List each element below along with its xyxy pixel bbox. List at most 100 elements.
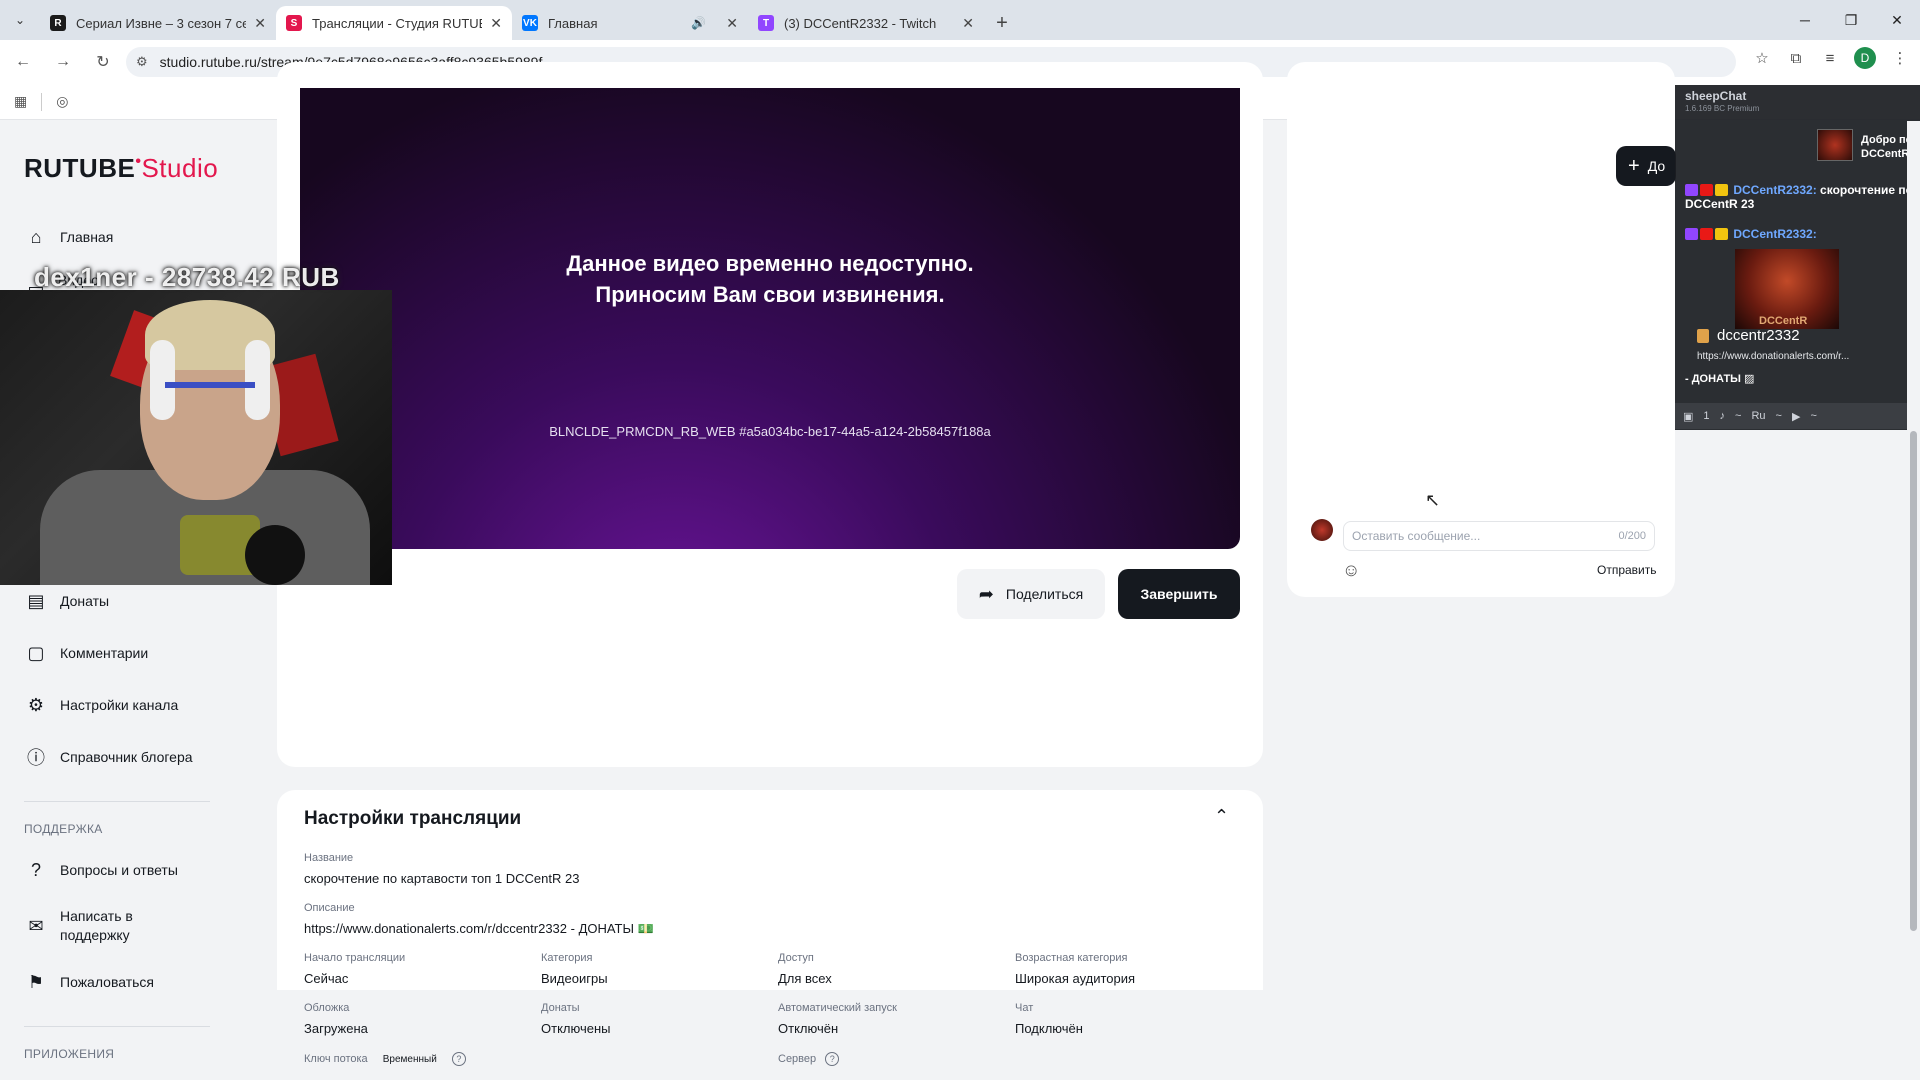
help-question-icon[interactable]: ? — [451, 1052, 466, 1066]
tab-title: Трансляции - Студия RUTUBE — [312, 15, 483, 31]
chat-send-button[interactable]: Отправить — [1597, 563, 1657, 577]
age-label: Возрастная категория — [1015, 952, 1128, 964]
close-icon[interactable]: ✕ — [962, 15, 974, 32]
close-icon[interactable]: ✕ — [254, 15, 266, 32]
chat-char-counter: 0/200 — [1618, 530, 1646, 542]
broken-image-icon: ▨ — [1744, 373, 1755, 385]
share-label: Поделиться — [1005, 586, 1084, 602]
stream-key-label: Ключ потока — [304, 1053, 368, 1065]
wallet-icon: ▤ — [27, 590, 45, 611]
name-value: скорочтение по картавости топ 1 DCCentR … — [304, 871, 580, 886]
chat-placeholder: Оставить сообщение... — [1352, 529, 1481, 543]
donation-link[interactable]: https://www.donationalerts.com/r... — [1697, 351, 1849, 362]
sidebar-item-faq[interactable]: ? Вопросы и ответы — [0, 844, 270, 896]
chevron-up-icon[interactable]: ⌃ — [1214, 806, 1229, 827]
bookmark-star-icon[interactable]: ☆ — [1752, 49, 1772, 67]
chat-message-1: DCCentR2332: скорочтение по DCCentR 23 — [1685, 183, 1913, 211]
chat-username: DCCentR2332: — [1733, 227, 1817, 241]
tab-studio-rutube[interactable]: S Трансляции - Студия RUTUBE ✕ — [276, 6, 512, 40]
window-controls: ─ ❐ ✕ — [1782, 0, 1920, 40]
twitch-favicon-icon: T — [758, 15, 774, 31]
message-line-2: Приносим Вам свои извинения. — [595, 282, 945, 307]
sidebar-item-blogger-guide[interactable]: ⓘ Справочник блогера — [0, 731, 270, 783]
profile-avatar[interactable]: D — [1854, 47, 1876, 69]
player-unavailable-message: Данное видео временно недоступно. Принос… — [300, 248, 1240, 310]
access-value: Для всех — [778, 971, 832, 986]
share-button[interactable]: ➦ Поделиться — [957, 569, 1105, 619]
new-tab-plus-icon[interactable]: + — [984, 6, 1020, 40]
sheepchat-title: sheepChat — [1685, 89, 1747, 103]
add-button-label: До — [1647, 158, 1666, 174]
media-controls-icon[interactable]: ≡ — [1820, 50, 1840, 67]
sidebar-item-write-support[interactable]: ✉ Написать в поддержку — [0, 896, 270, 956]
tab-vk-home[interactable]: VK Главная 🔊 ✕ — [512, 6, 748, 40]
site-settings-icon[interactable]: ⚙ — [136, 54, 148, 70]
chat-message-input[interactable]: Оставить сообщение... 0/200 — [1343, 521, 1655, 551]
message-line-1: Данное видео временно недоступно. — [566, 251, 974, 276]
tab-title: Главная — [548, 15, 598, 31]
chat-text-continued: DCCentR 23 — [1685, 197, 1755, 211]
video-player[interactable]: Данное видео временно недоступно. Принос… — [300, 88, 1240, 549]
start-value: Сейчас — [304, 971, 349, 986]
sidebar-item-complain[interactable]: ⚑ Пожаловаться — [0, 956, 270, 1008]
add-button[interactable]: + До — [1616, 146, 1676, 186]
sidebar-item-home[interactable]: ⌂ Главная — [0, 211, 270, 263]
minimize-icon[interactable]: ─ — [1782, 0, 1828, 40]
home-icon: ⌂ — [30, 226, 42, 247]
window-close-icon[interactable]: ✕ — [1874, 0, 1920, 40]
back-arrow-icon[interactable]: ← — [6, 45, 40, 79]
tab-search-icon[interactable]: ⌄ — [0, 0, 40, 40]
viewer-count-twitch: 1 — [1703, 410, 1710, 422]
star-badge-icon — [1715, 228, 1728, 240]
tab-twitch[interactable]: T (3) DCCentR2332 - Twitch ✕ — [748, 6, 984, 40]
browser-menu-icon[interactable]: ⋮ — [1890, 49, 1910, 67]
toolbar-right-icons: ☆ ⧉ ≡ D ⋮ — [1752, 47, 1910, 69]
sidebar-item-label: Комментарии — [60, 645, 149, 661]
player-error-code: BLNCLDE_PRMCDN_RB_WEB #a5a034bc-be17-44a… — [549, 424, 991, 439]
studio-favicon-icon: S — [286, 15, 302, 31]
forward-arrow-icon[interactable]: → — [46, 45, 80, 79]
cover-label: Обложка — [304, 1002, 350, 1014]
close-icon[interactable]: ✕ — [726, 15, 738, 32]
vk-favicon-icon: VK — [522, 15, 538, 31]
sidebar-item-comments[interactable]: ▢ Комментарии — [0, 627, 270, 679]
webcam-headphone-right — [245, 340, 270, 420]
tiktok-platform-icon: ♪ — [1719, 410, 1726, 422]
close-icon[interactable]: ✕ — [490, 15, 502, 32]
emoji-smile-icon[interactable]: ☺ — [1342, 560, 1360, 581]
restore-icon[interactable]: ❐ — [1828, 0, 1874, 40]
scrollbar-thumb[interactable] — [1910, 431, 1917, 931]
tab-izvne[interactable]: R Сериал Извне – 3 сезон 7 сер ✕ — [40, 6, 276, 40]
chat-message-2: DCCentR2332: — [1685, 227, 1817, 241]
rutube-platform-icon: Ru — [1751, 410, 1766, 422]
logo-main-text: RUTUBE — [24, 153, 136, 183]
rutube-favicon-icon: R — [50, 15, 66, 31]
sidebar-item-label: Справочник блогера — [60, 749, 193, 765]
page-scrollbar[interactable] — [1907, 121, 1920, 1080]
sidebar-item-channel-settings[interactable]: ⚙ Настройки канала — [0, 679, 270, 731]
chat-label: Чат — [1015, 1002, 1034, 1014]
sidebar-item-label: Написать в поддержку — [60, 908, 133, 943]
donates-value: Отключены — [541, 1021, 611, 1036]
extensions-puzzle-icon[interactable]: ⧉ — [1786, 50, 1806, 67]
rutube-studio-logo[interactable]: RUTUBE•Studio — [24, 153, 218, 184]
broadcaster-badge-icon — [1700, 184, 1713, 196]
comments-icon: ▢ — [27, 642, 45, 663]
reload-icon[interactable]: ↻ — [86, 45, 120, 79]
tab-title: (3) DCCentR2332 - Twitch — [784, 15, 937, 31]
description-text: https://www.donationalerts.com/r/dccentr… — [304, 921, 634, 936]
channel-name: dccentr2332 — [1717, 327, 1800, 344]
apps-grid-icon[interactable]: ▦ — [14, 93, 27, 110]
speaker-icon[interactable]: 🔊 — [691, 16, 706, 30]
share-arrow-icon: ➦ — [978, 583, 994, 604]
viewer-count-youtube: ~ — [1810, 410, 1817, 422]
sidebar-item-label: Донаты — [60, 593, 110, 609]
help-question-icon[interactable]: ? — [825, 1052, 840, 1066]
flag-icon: ⚑ — [27, 971, 45, 992]
chat-text: скорочтение по — [1820, 183, 1913, 197]
finish-stream-button[interactable]: Завершить — [1118, 569, 1240, 619]
mail-icon: ✉ — [28, 915, 44, 936]
sidebar-item-label: Главная — [60, 229, 114, 245]
donates-label: Донаты — [541, 1002, 580, 1014]
globe-icon[interactable]: ◎ — [56, 93, 68, 110]
